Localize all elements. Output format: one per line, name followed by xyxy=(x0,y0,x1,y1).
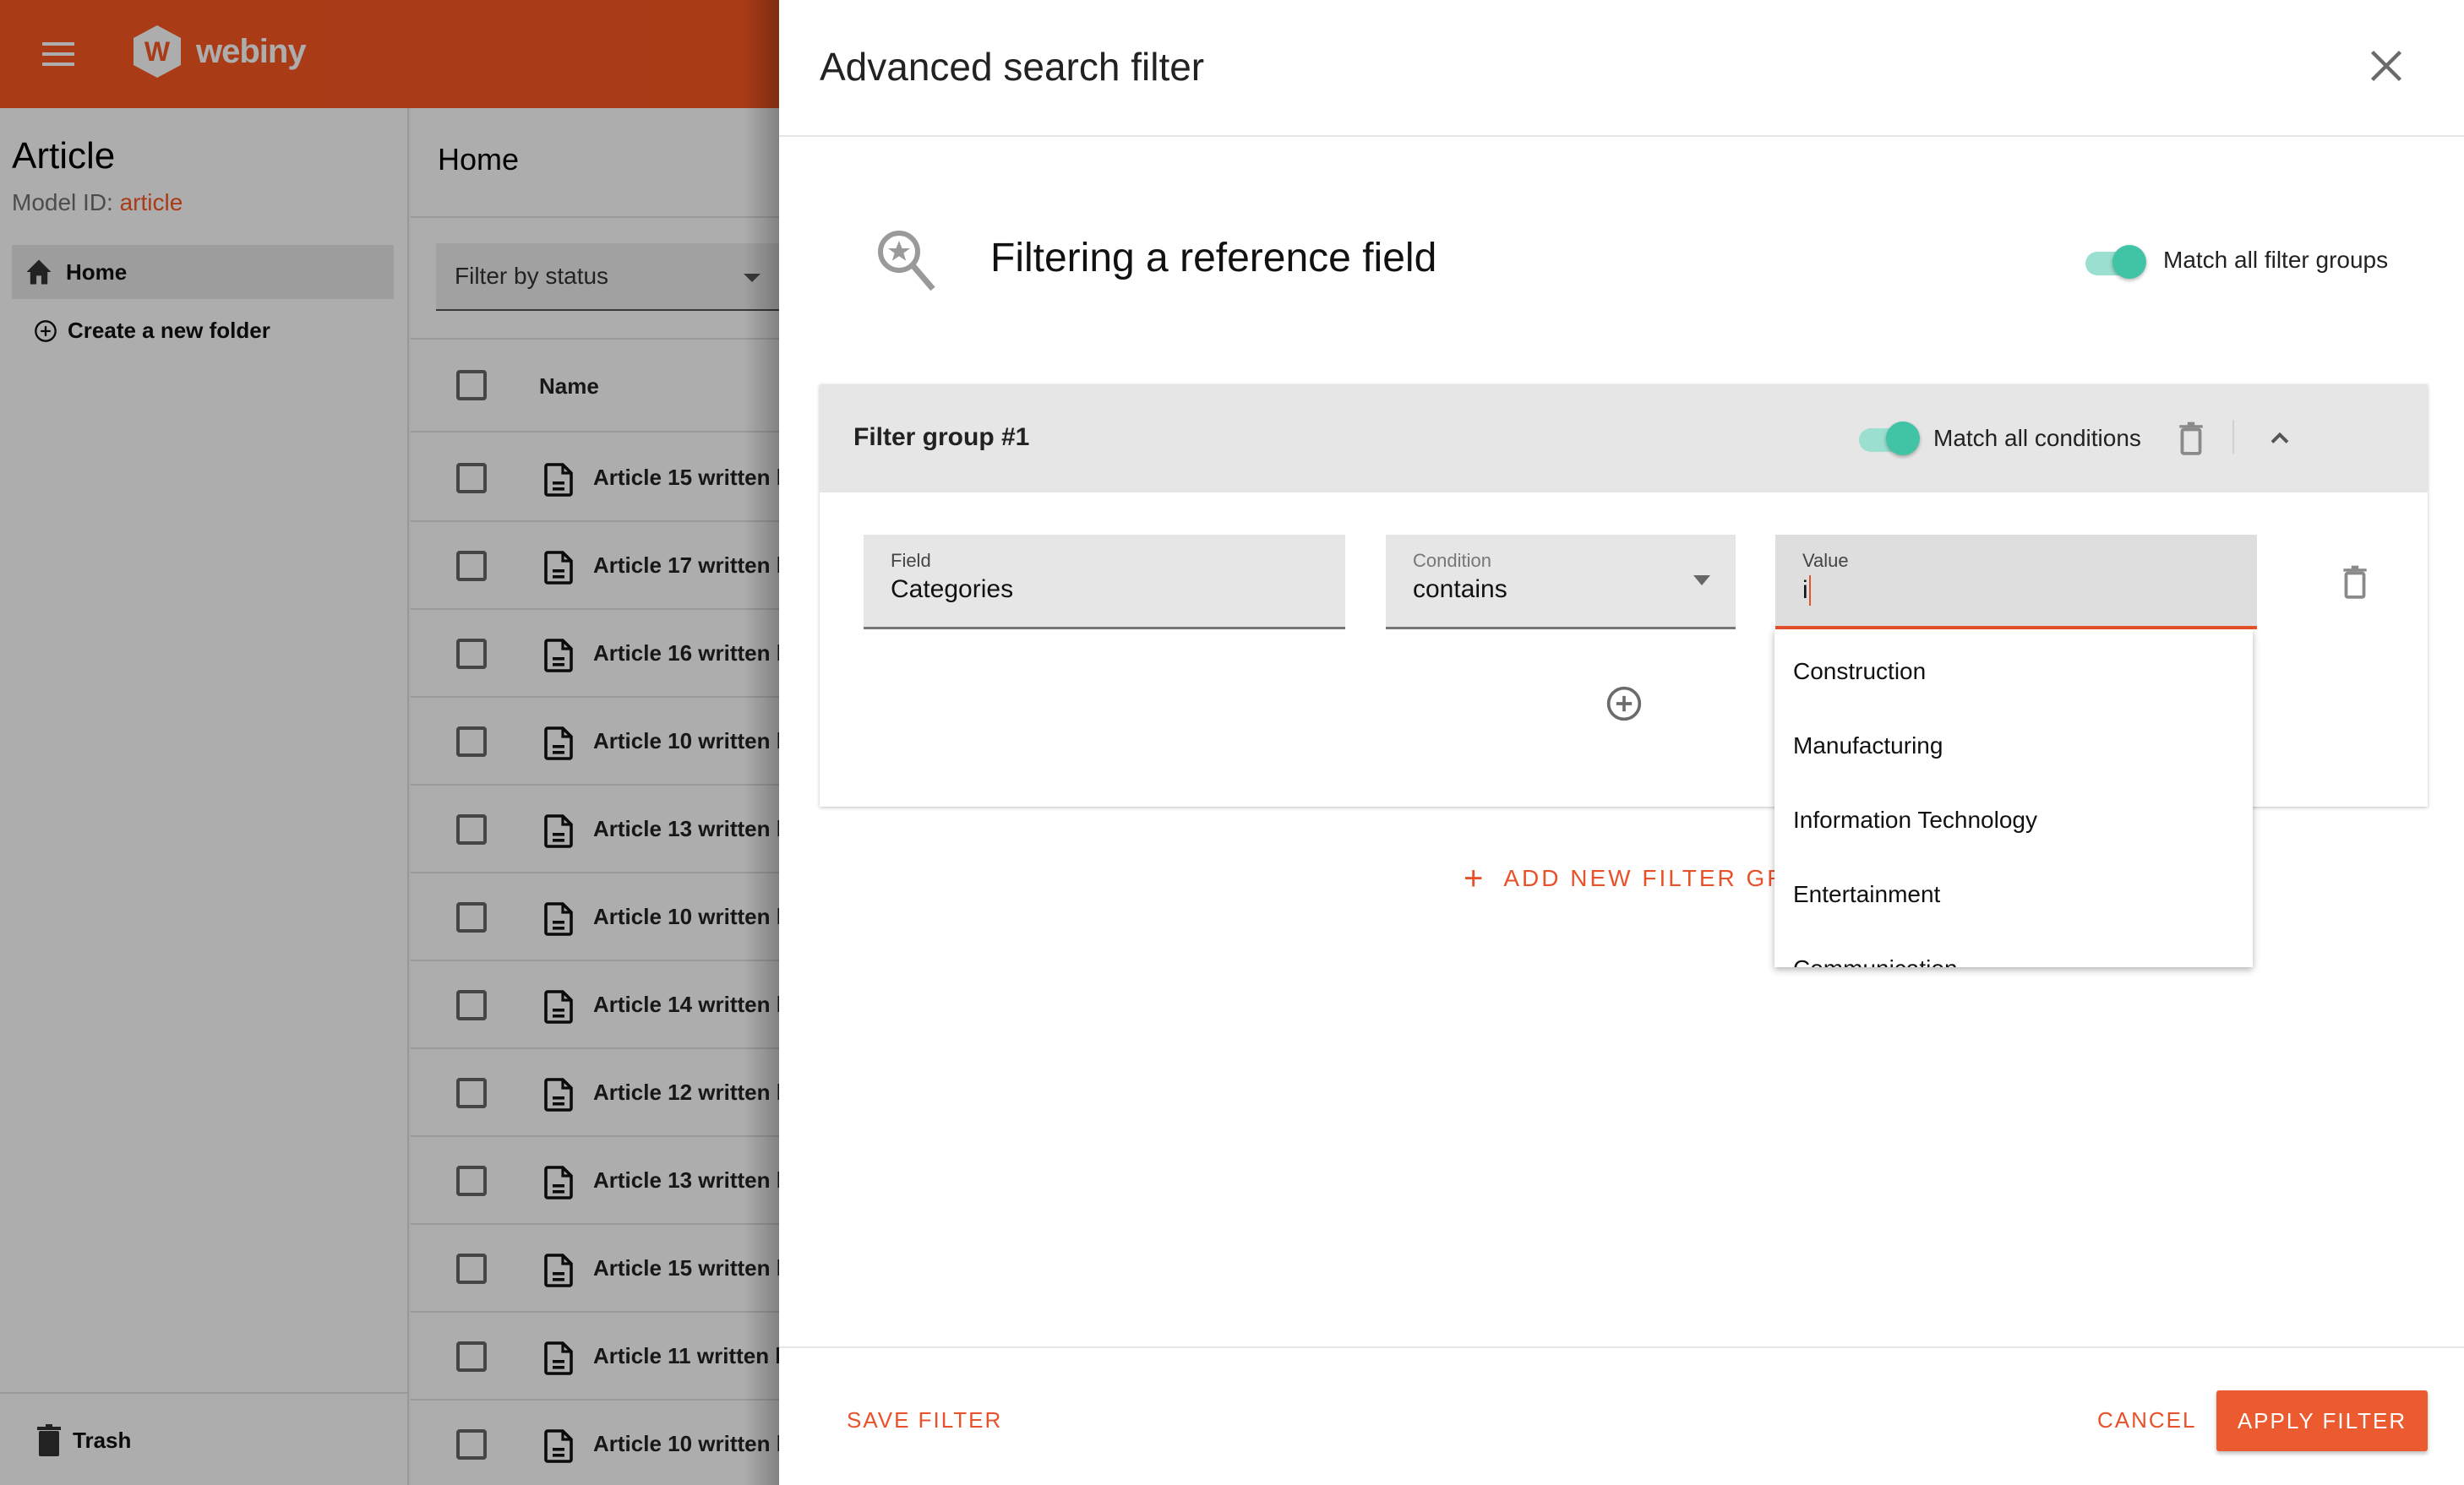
text-cursor xyxy=(1808,575,1811,606)
toggle-thumb xyxy=(2112,245,2146,279)
dropdown-option[interactable]: Entertainment xyxy=(1774,857,2253,932)
condition-label: Condition xyxy=(1413,550,1491,571)
chevron-up-icon[interactable] xyxy=(2265,423,2295,454)
divider xyxy=(2232,420,2234,454)
delete-group-icon[interactable] xyxy=(2177,422,2205,455)
condition-value: contains xyxy=(1413,575,1507,603)
toggle-thumb xyxy=(1886,422,1920,455)
field-select[interactable]: Field Categories xyxy=(864,535,1345,629)
filter-group-header[interactable]: Filter group #1 Match all conditions xyxy=(820,384,2428,492)
match-all-conditions-toggle[interactable] xyxy=(1859,422,1923,455)
advanced-search-dialog: Advanced search filter Filtering a refer… xyxy=(779,0,2464,1485)
dropdown-option[interactable]: Communication xyxy=(1774,932,2253,967)
apply-filter-button[interactable]: APPLY FILTER xyxy=(2216,1390,2428,1451)
value-options-dropdown: Construction Manufacturing Information Tec… xyxy=(1774,629,2253,967)
search-star-icon xyxy=(878,231,935,291)
match-all-groups-toggle[interactable] xyxy=(2085,245,2150,279)
chevron-down-icon xyxy=(1693,575,1710,585)
save-filter-button[interactable]: SAVE FILTER xyxy=(847,1407,1002,1433)
value-input[interactable]: Value i xyxy=(1775,535,2257,629)
value-input-text[interactable]: i xyxy=(1802,575,1811,606)
match-all-conditions-label: Match all conditions xyxy=(1933,425,2141,451)
dialog-shadow xyxy=(744,0,779,1485)
modal-scrim[interactable] xyxy=(0,0,779,1485)
value-text: i xyxy=(1802,576,1808,604)
match-all-groups-label: Match all filter groups xyxy=(2163,247,2389,273)
dropdown-option[interactable]: Information Technology xyxy=(1774,783,2253,857)
dialog-title: Advanced search filter xyxy=(820,45,1205,89)
field-label: Field xyxy=(891,550,931,571)
condition-select[interactable]: Condition contains xyxy=(1386,535,1736,629)
dropdown-option[interactable]: Manufacturing xyxy=(1774,709,2253,783)
dialog-header: Advanced search filter xyxy=(779,0,2464,137)
value-label: Value xyxy=(1802,550,1849,571)
cancel-button[interactable]: CANCEL xyxy=(2097,1407,2196,1433)
filter-group-title: Filter group #1 xyxy=(853,423,1030,451)
info-heading: Filtering a reference field xyxy=(990,236,1437,280)
dropdown-option[interactable]: Construction xyxy=(1774,634,2253,709)
add-condition-icon[interactable] xyxy=(1605,685,1643,722)
delete-condition-icon[interactable] xyxy=(2341,565,2369,599)
close-icon[interactable] xyxy=(2368,47,2405,84)
dialog-footer: SAVE FILTER CANCEL APPLY FILTER xyxy=(779,1346,2464,1485)
plus-icon: + xyxy=(1464,860,1484,897)
field-value: Categories xyxy=(891,575,1014,603)
